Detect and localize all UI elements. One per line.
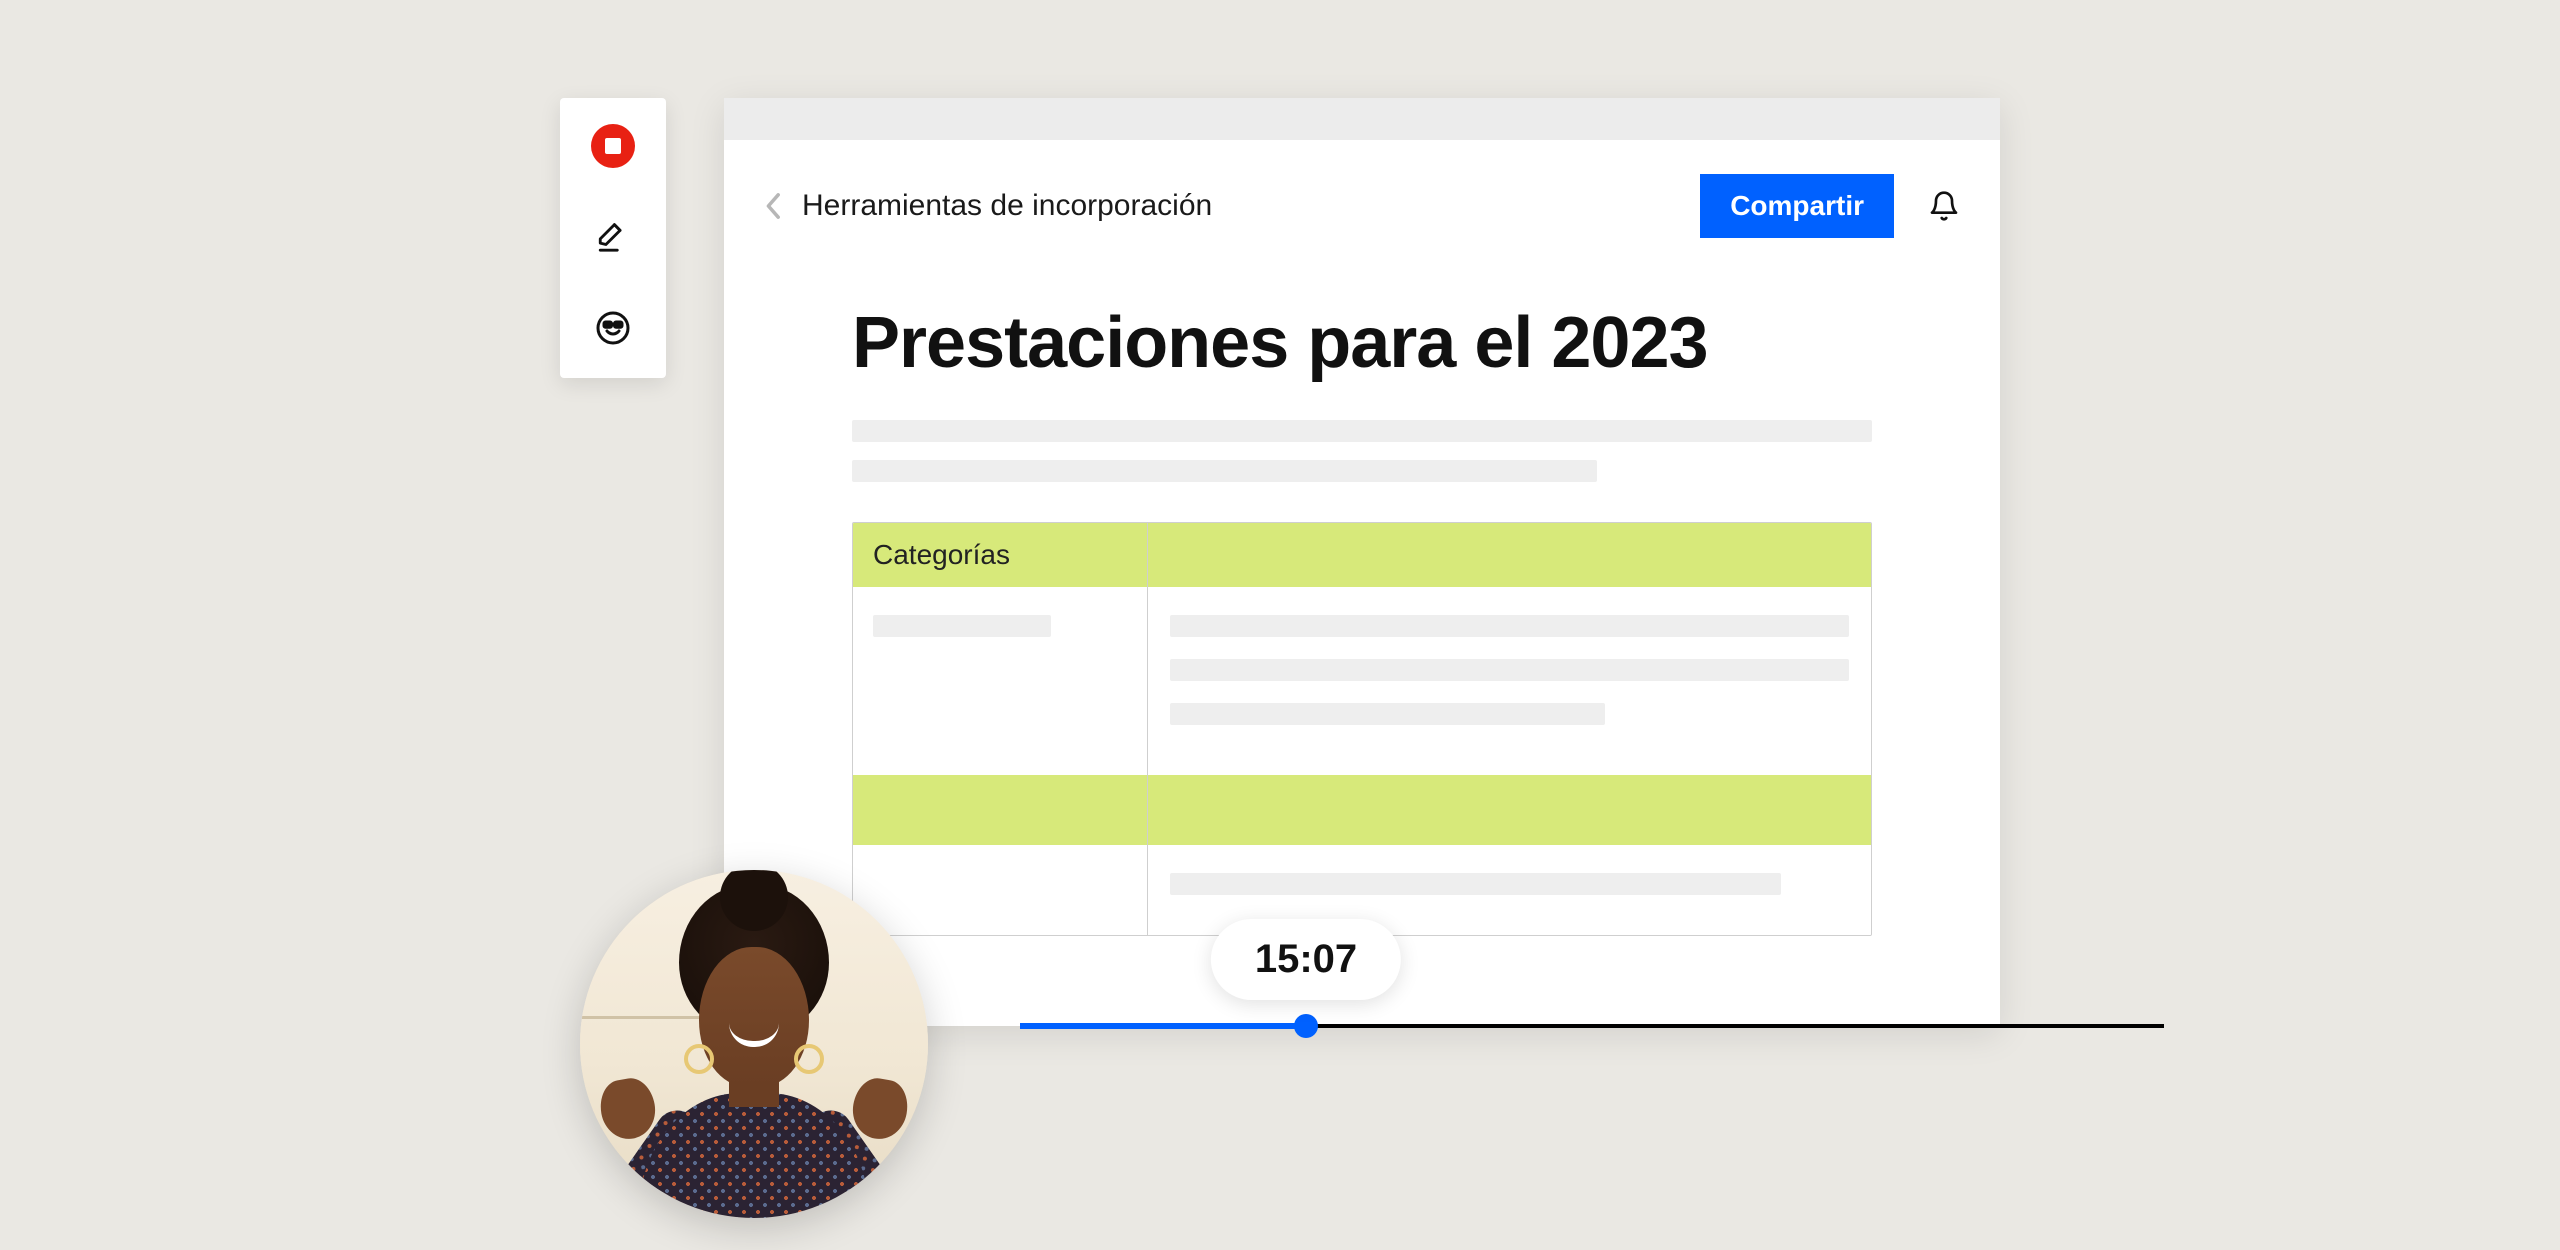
table-section-row	[853, 775, 1871, 845]
categories-table: Categorías	[852, 522, 1872, 936]
notifications-button[interactable]	[1928, 190, 1960, 222]
text-placeholder	[873, 615, 1051, 637]
stop-record-icon	[591, 124, 635, 168]
emoji-button[interactable]	[591, 308, 635, 352]
text-placeholder	[1170, 873, 1781, 895]
recording-toolbar	[560, 98, 666, 378]
stop-record-button[interactable]	[591, 124, 635, 168]
webcam-bubble[interactable]	[580, 870, 928, 1218]
timeline-time-pill: 15:07	[1211, 919, 1401, 1000]
table-header-empty	[1148, 523, 1871, 587]
text-placeholder	[1170, 615, 1849, 637]
share-button[interactable]: Compartir	[1700, 174, 1894, 238]
timeline-knob[interactable]	[1294, 1014, 1318, 1038]
draw-button[interactable]	[591, 216, 635, 260]
playback-timeline[interactable]: 15:07	[1020, 1022, 2164, 1030]
sunglasses-face-icon	[595, 310, 631, 351]
table-header-row: Categorías	[853, 523, 1871, 587]
table-cell-left	[853, 587, 1148, 775]
app-stage: Herramientas de incorporación Compartir …	[560, 98, 2000, 1158]
pencil-underline-icon	[596, 219, 630, 258]
bell-icon	[1928, 190, 1960, 222]
window-titlebar	[724, 98, 2000, 140]
back-button[interactable]	[764, 192, 784, 220]
timeline-progress	[1020, 1023, 1306, 1029]
document-heading: Prestaciones para el 2023	[852, 302, 1872, 384]
presenter-avatar	[580, 870, 928, 1218]
text-placeholder	[1170, 703, 1604, 725]
text-placeholder	[852, 460, 1597, 482]
text-placeholder	[852, 420, 1872, 442]
chevron-left-icon	[764, 192, 784, 220]
table-cell-right	[1148, 587, 1871, 775]
breadcrumb[interactable]: Herramientas de incorporación	[802, 189, 1700, 223]
document-topbar: Herramientas de incorporación Compartir	[724, 140, 2000, 266]
table-row	[853, 587, 1871, 775]
text-placeholder	[1170, 659, 1849, 681]
table-header-categories: Categorías	[853, 523, 1148, 587]
